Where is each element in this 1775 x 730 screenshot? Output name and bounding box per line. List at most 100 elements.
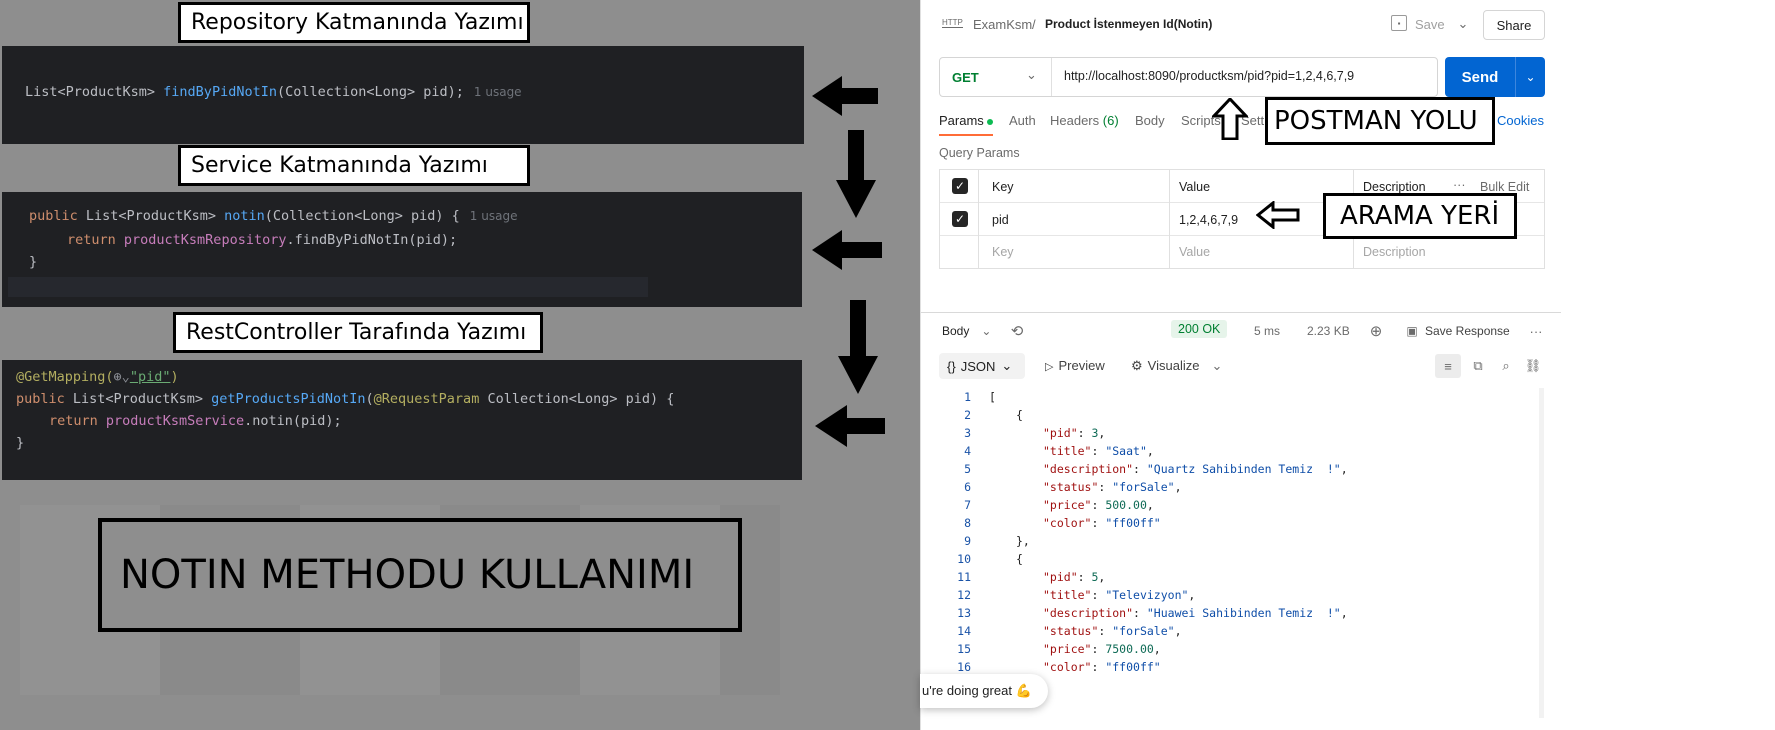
service-code-line-1: public List<ProductKsm> notin(Collection…: [29, 208, 517, 224]
response-body-label: Body: [942, 324, 970, 338]
json-comma: ,: [1188, 588, 1196, 602]
line-number: 12: [957, 588, 971, 602]
bulk-edit-button[interactable]: Bulk Edit: [1480, 180, 1529, 194]
line-number: 1: [964, 390, 971, 404]
json-line: "title": "Saat",: [1043, 444, 1154, 458]
json-line: "pid": 5,: [1043, 570, 1105, 584]
url-input[interactable]: http://localhost:8090/productksm/pid?pid…: [1064, 69, 1354, 83]
code-string: "pid": [129, 369, 171, 385]
left-arrow-icon: [815, 405, 885, 447]
cookies-link[interactable]: Cookies: [1497, 113, 1544, 128]
row-checkbox[interactable]: ✓: [952, 211, 968, 227]
tab-headers-label: Headers: [1050, 113, 1100, 128]
json-comma: ,: [1340, 462, 1348, 476]
save-icon[interactable]: ▪: [1391, 15, 1407, 31]
preview-button[interactable]: ▷ Preview: [1045, 358, 1105, 373]
line-number: 3: [964, 426, 971, 440]
repository-code-line: List<ProductKsm> findByPidNotIn(Collecti…: [25, 84, 522, 100]
visualize-button[interactable]: ⚙ Visualize ⌄: [1131, 358, 1222, 374]
param-key-input[interactable]: pid: [992, 213, 1009, 227]
new-description-input[interactable]: Description: [1363, 245, 1426, 259]
breadcrumb-collection[interactable]: ExamKsm: [973, 17, 1032, 32]
chevron-down-icon: ⌄: [981, 324, 992, 338]
breadcrumb-separator: /: [1032, 17, 1036, 32]
json-key: "title": [1043, 444, 1092, 458]
json-comma: ,: [1098, 570, 1106, 584]
line-number: 14: [957, 624, 971, 638]
response-json-editor[interactable]: 1 [2 {3 "pid": 3, 4 "title": "Saat", 5 "descrip…: [939, 388, 1549, 708]
line-number: 6: [964, 480, 971, 494]
usage-hint: 1 usage: [473, 85, 522, 99]
service-current-line-highlight: [8, 277, 648, 297]
editor-scrollbar[interactable]: [1539, 388, 1544, 718]
json-colon: :: [1091, 498, 1106, 512]
new-value-input[interactable]: Value: [1179, 245, 1210, 259]
status-badge[interactable]: 200 OK: [1171, 320, 1228, 338]
json-colon: :: [1098, 624, 1113, 638]
controller-label: RestController Tarafında Yazımı: [173, 312, 543, 353]
line-number: 5: [964, 462, 971, 476]
save-button[interactable]: Save: [1415, 17, 1445, 32]
send-button[interactable]: Send ⌄: [1445, 57, 1545, 97]
code-method-name: notin: [224, 208, 265, 224]
save-dropdown-chevron-icon[interactable]: ⌄: [1453, 14, 1473, 34]
params-active-dot: [986, 118, 993, 125]
wrap-lines-icon[interactable]: ≡: [1435, 354, 1461, 378]
globe-icon[interactable]: ⊕: [1366, 321, 1386, 341]
json-colon: :: [1077, 570, 1092, 584]
line-number: 13: [957, 606, 971, 620]
json-key: "description": [1043, 462, 1134, 476]
tab-auth[interactable]: Auth: [1009, 113, 1036, 128]
link-icon[interactable]: ⛓: [1522, 354, 1544, 378]
code-method-name: findByPidNotIn: [163, 84, 277, 100]
http-icon: HTTP: [942, 18, 963, 28]
tab-body[interactable]: Body: [1135, 113, 1165, 128]
left-arrow-icon: [812, 76, 878, 116]
new-key-input[interactable]: Key: [992, 245, 1014, 259]
json-colon: :: [1091, 660, 1106, 674]
code-type: List<ProductKsm>: [25, 84, 164, 100]
code-call: .findByPidNotIn(pid);: [286, 232, 458, 248]
column-header-description: Description: [1363, 180, 1426, 194]
line-number: 4: [964, 444, 971, 458]
share-button[interactable]: Share: [1483, 10, 1545, 40]
history-icon[interactable]: ⟲: [1007, 321, 1027, 341]
more-options-icon[interactable]: ···: [1526, 321, 1546, 341]
json-value: "forSale": [1112, 480, 1175, 494]
json-line: "price": 7500.00,: [1043, 642, 1161, 656]
code-field: productKsmRepository: [123, 232, 287, 248]
left-arrow-icon: [1256, 201, 1300, 229]
json-value: "Televizyon": [1105, 588, 1189, 602]
motivation-toast[interactable]: u're doing great 💪: [920, 674, 1048, 708]
search-icon[interactable]: ⌕: [1495, 354, 1517, 378]
copy-icon[interactable]: ⧉: [1467, 354, 1489, 378]
json-colon: :: [1077, 426, 1092, 440]
json-key: "price": [1043, 498, 1092, 512]
param-value-input[interactable]: 1,2,4,6,7,9: [1179, 213, 1238, 227]
format-label: JSON: [960, 358, 996, 374]
save-response-icon: ▣: [1406, 324, 1418, 338]
down-arrow-icon: [838, 300, 878, 394]
tab-headers[interactable]: Headers (6): [1050, 113, 1119, 128]
chevron-down-icon: ⌄: [1211, 358, 1223, 373]
line-number: 8: [964, 516, 971, 530]
json-key: "pid": [1043, 426, 1078, 440]
method-select[interactable]: GET ⌄: [940, 58, 1052, 96]
select-all-checkbox[interactable]: ✓: [952, 178, 968, 194]
table-divider: [1169, 170, 1170, 268]
json-colon: :: [1133, 462, 1147, 476]
json-line: "status": "forSale",: [1043, 480, 1182, 494]
more-icon[interactable]: ···: [1453, 178, 1466, 192]
line-number: 9: [964, 534, 971, 548]
send-dropdown-chevron-icon[interactable]: ⌄: [1515, 57, 1545, 97]
tab-params[interactable]: Params: [939, 113, 993, 136]
blank-area: [1561, 0, 1775, 730]
response-body-tab[interactable]: Body ⌄: [942, 324, 991, 338]
save-response-button[interactable]: Save Response: [1425, 324, 1510, 338]
breadcrumb-request-name[interactable]: Product İstenmeyen Id(Notin): [1045, 17, 1212, 31]
response-size[interactable]: 2.23 KB: [1307, 324, 1350, 338]
usage-hint: 1 usage: [469, 209, 518, 223]
format-select[interactable]: {} JSON ⌄: [939, 353, 1025, 379]
response-time[interactable]: 5 ms: [1254, 324, 1280, 338]
json-colon: :: [1133, 606, 1147, 620]
